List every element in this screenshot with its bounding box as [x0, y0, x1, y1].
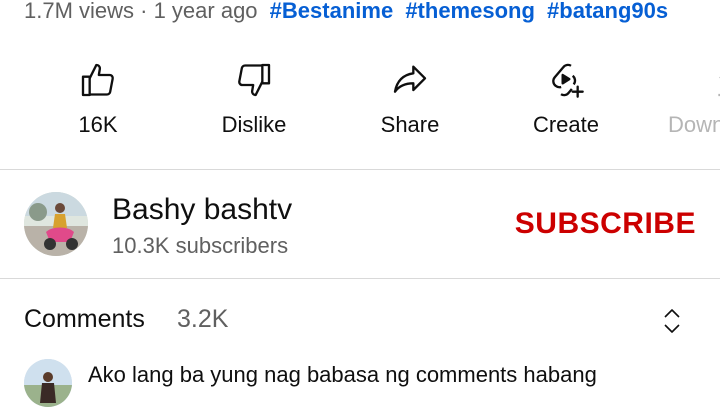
subscriber-count: 10.3K subscribers — [112, 233, 289, 258]
video-meta-row: 1.7M views · 1 year ago #Bestanime #them… — [24, 0, 668, 28]
share-button[interactable]: Share — [350, 52, 470, 138]
dislike-button[interactable]: Dislike — [194, 52, 314, 138]
download-label: Down — [668, 112, 720, 137]
comment-avatar-image — [24, 359, 72, 407]
dislike-label: Dislike — [221, 112, 287, 137]
thumbs-down-icon — [238, 63, 271, 97]
share-label: Share — [380, 112, 440, 137]
create-button[interactable]: Create — [506, 52, 626, 138]
comments-section[interactable]: Comments 3.2K Ako lang ba yung nag babas… — [0, 279, 720, 407]
comment-author-avatar[interactable] — [24, 359, 72, 407]
like-count: 16K — [78, 112, 118, 137]
subscribe-button[interactable]: SUBSCRIBE — [515, 206, 696, 242]
thumbs-up-icon — [81, 63, 114, 97]
views-and-age: 1.7M views · 1 year ago — [24, 0, 258, 23]
channel-avatar[interactable] — [24, 192, 88, 256]
expand-collapse-icon[interactable] — [660, 305, 684, 337]
create-icon — [552, 63, 584, 98]
comments-count: 3.2K — [177, 305, 229, 333]
comment-text: Ako lang ba yung nag babasa ng comments … — [88, 362, 597, 387]
hashtag-batang90s[interactable]: #batang90s — [547, 0, 668, 23]
channel-avatar-image — [24, 192, 88, 256]
hashtag-bestanime[interactable]: #Bestanime — [270, 0, 394, 23]
channel-row: Bashy bashtv 10.3K subscribers SUBSCRIBE — [0, 170, 720, 278]
hashtag-themesong[interactable]: #themesong — [405, 0, 535, 23]
download-icon — [718, 76, 720, 97]
like-button[interactable]: 16K — [38, 52, 158, 138]
download-button[interactable]: Down — [662, 52, 720, 138]
video-actions-bar: 16K Dislike Share Create Down — [0, 52, 720, 162]
comments-title: Comments — [24, 305, 145, 333]
channel-name[interactable]: Bashy bashtv — [112, 192, 292, 228]
share-icon — [393, 65, 427, 93]
create-label: Create — [532, 112, 600, 137]
